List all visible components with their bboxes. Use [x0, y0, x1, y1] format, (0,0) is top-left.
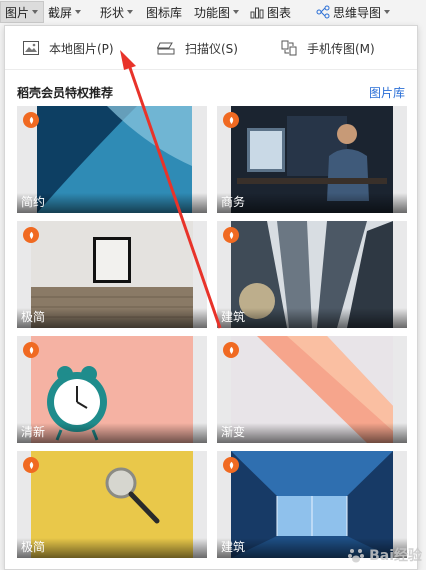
screenshot-menu-label: 截屏	[48, 5, 73, 20]
image-icon	[23, 41, 39, 55]
screenshot-menu-button[interactable]: 截屏	[44, 0, 96, 24]
chevron-down-icon	[233, 10, 240, 14]
phone-transfer-icon	[281, 40, 297, 56]
chevron-down-icon	[32, 10, 39, 14]
chevron-down-icon	[127, 10, 134, 14]
scanner-icon	[157, 42, 175, 55]
icon-library-button[interactable]: 图标库	[142, 0, 190, 24]
docer-badge-icon	[223, 457, 239, 473]
docer-badge-icon	[223, 112, 239, 128]
label-overlay	[17, 193, 207, 213]
picture-tile-minimal[interactable]: 极简	[17, 221, 207, 328]
tile-label: 渐变	[221, 425, 246, 439]
phone-transfer-label: 手机传图(M)	[307, 41, 375, 56]
picture-menu-button[interactable]: 图片	[0, 1, 44, 23]
tile-label: 建筑	[221, 540, 246, 554]
picture-library-link[interactable]: 图片库	[369, 84, 405, 101]
section-title: 稻壳会员特权推荐	[17, 86, 114, 100]
picture-menu-label: 图片	[5, 5, 30, 20]
chart-label: 图表	[267, 5, 292, 20]
scanner-label: 扫描仪(S)	[185, 41, 238, 56]
mindmap-label: 思维导图	[333, 5, 382, 20]
function-chart-menu-button[interactable]: 功能图	[190, 0, 246, 24]
docer-badge-icon	[23, 227, 39, 243]
label-overlay	[217, 308, 407, 328]
tile-label: 极简	[21, 310, 46, 324]
local-picture-button[interactable]: 本地图片(P)	[23, 38, 114, 58]
picture-tile-minimal-2[interactable]: 极简	[17, 451, 207, 558]
tile-label: 极简	[21, 540, 46, 554]
docer-badge-icon	[23, 457, 39, 473]
shape-menu-button[interactable]: 形状	[96, 0, 142, 24]
docer-badge-icon	[23, 112, 39, 128]
picture-tile-gradient[interactable]: 渐变	[217, 336, 407, 443]
tile-label: 商务	[221, 195, 246, 209]
chevron-down-icon	[384, 10, 391, 14]
phone-transfer-button[interactable]: 手机传图(M)	[281, 38, 375, 58]
paw-logo-icon	[348, 549, 365, 563]
picture-dropdown-panel: 本地图片(P) 扫描仪(S) 手机传图(M) 稻壳会员特权推荐 图片库 简约 商…	[4, 25, 418, 570]
watermark-text: Bai经验	[369, 548, 422, 564]
mindmap-icon	[316, 5, 330, 19]
picture-tile-business[interactable]: 商务	[217, 106, 407, 213]
docer-badge-icon	[223, 342, 239, 358]
chart-button[interactable]: 图表	[246, 0, 312, 24]
chevron-down-icon	[75, 10, 82, 14]
docer-badge-icon	[223, 227, 239, 243]
icon-library-label: 图标库	[146, 5, 183, 20]
label-overlay	[17, 538, 207, 558]
label-overlay	[217, 193, 407, 213]
picture-tile-simple[interactable]: 简约	[17, 106, 207, 213]
local-picture-label: 本地图片(P)	[49, 41, 114, 56]
tile-label: 简约	[21, 195, 46, 209]
ribbon-toolbar: 图片 截屏 形状 图标库 功能图 图表 思维导图	[0, 0, 426, 24]
shape-menu-label: 形状	[100, 5, 125, 20]
mindmap-menu-button[interactable]: 思维导图	[312, 0, 412, 24]
picture-tile-fresh[interactable]: 清新	[17, 336, 207, 443]
label-overlay	[17, 308, 207, 328]
baidu-jingyan-watermark: Bai经验	[347, 542, 422, 568]
insert-actions-row: 本地图片(P) 扫描仪(S) 手机传图(M)	[5, 26, 417, 70]
label-overlay	[17, 423, 207, 443]
picture-tile-architecture[interactable]: 建筑	[217, 221, 407, 328]
bar-chart-icon	[250, 7, 264, 19]
tile-label: 清新	[21, 425, 46, 439]
scanner-button[interactable]: 扫描仪(S)	[157, 38, 238, 58]
function-chart-label: 功能图	[194, 5, 231, 20]
docer-badge-icon	[23, 342, 39, 358]
tile-label: 建筑	[221, 310, 246, 324]
label-overlay	[217, 423, 407, 443]
